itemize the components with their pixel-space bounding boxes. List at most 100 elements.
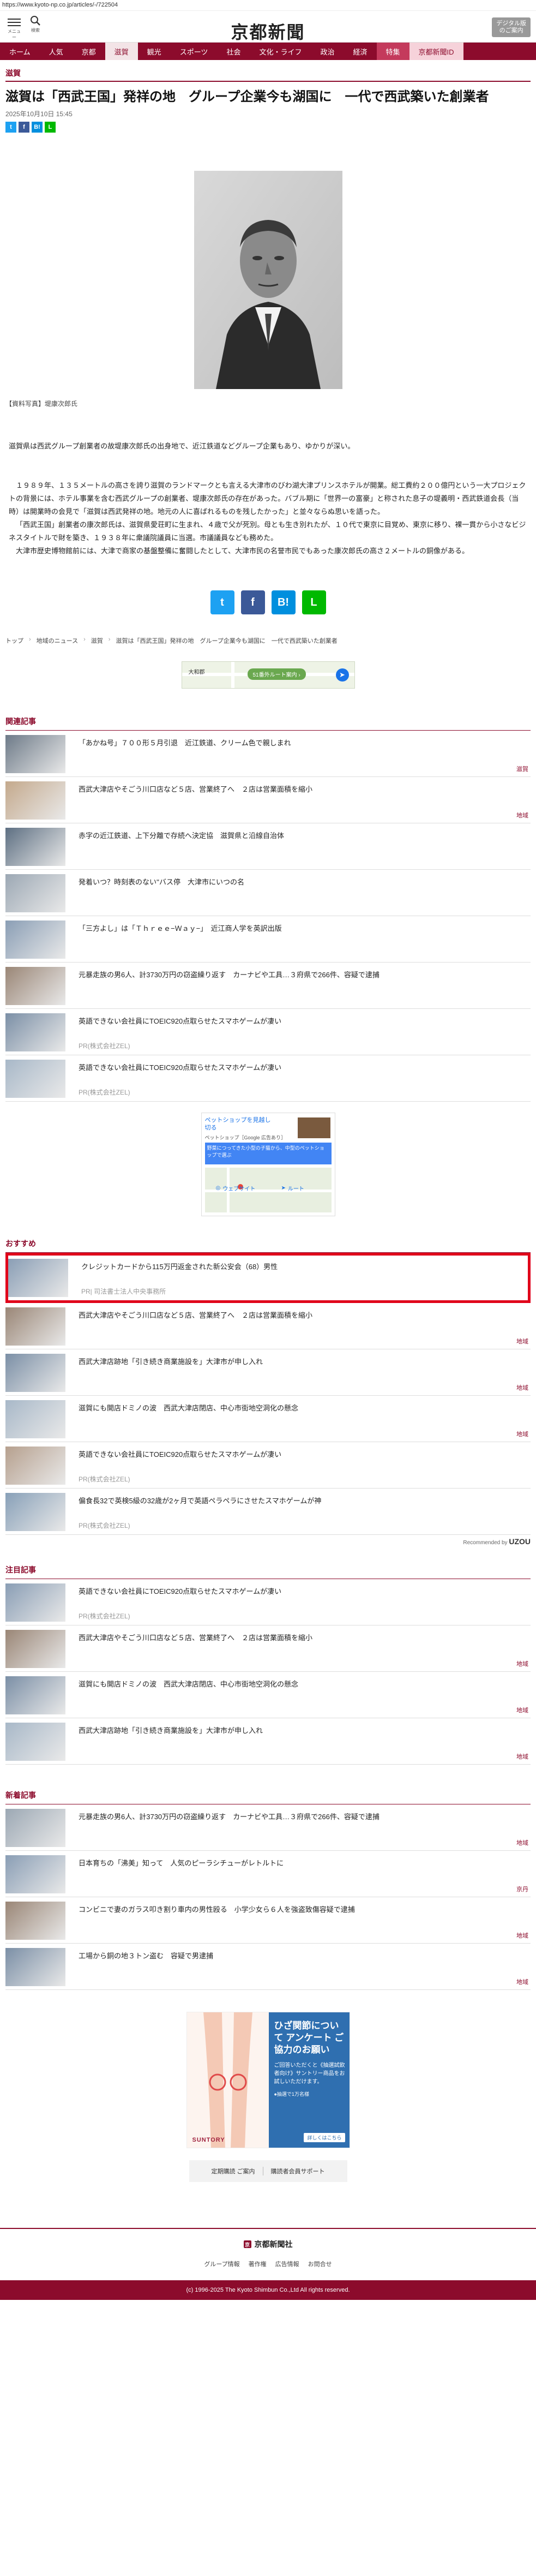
list-item[interactable]: 英語できない会社員にTOEIC920点取らせたスマホゲームが凄い PR(株式会社Z… (5, 1442, 531, 1489)
nav-item[interactable]: スポーツ (171, 43, 218, 60)
list-item-category[interactable]: 地域 (516, 1752, 528, 1761)
list-item-category[interactable]: 滋賀 (516, 764, 528, 773)
menu-button[interactable]: メニュー (8, 16, 21, 40)
directions-icon[interactable]: ➤ (335, 668, 349, 682)
list-item[interactable]: 「三方よし」は「Ｔｈｒｅｅ−Ｗａｙ−」 近江商人学を英訳出版 (5, 916, 531, 963)
nav-item[interactable]: 社会 (217, 43, 250, 60)
breadcrumb-item[interactable]: 滋賀 (91, 636, 103, 645)
list-item[interactable]: 元暴走族の男6人、計3730万円の窃盗繰り返す カーナビや工具…３府県で266件… (5, 963, 531, 1009)
company-mark-icon: 京 (243, 2240, 251, 2248)
list-item[interactable]: コンビニで妻のガラス叩き割り車内の男性殴る 小学少女ら６人を強盗致傷容疑で逮捕地… (5, 1897, 531, 1944)
list-item[interactable]: 工場から銅の地３トン盗む 容疑で男逮捕 地域 (5, 1944, 531, 1990)
subscribe-link[interactable]: 定期購読 ご案内 (203, 2167, 262, 2175)
article-category[interactable]: 滋賀 (5, 68, 531, 82)
list-item[interactable]: 偏食長32で英検5級の32歳が2ヶ月で英語ペラペラにさせたスマホゲームが神 PR(… (5, 1489, 531, 1535)
list-item-title: 西武大津店跡地「引き続き商業施設を」大津市が申し入れ (79, 1358, 263, 1366)
map-ad-banner[interactable]: 大和郡 51番外ルート案内 › ➤ (181, 661, 355, 689)
list-item[interactable]: 西武大津店やそごう川口店など５店、営業終了へ ２店は営業面積を縮小 地域 (5, 1625, 531, 1672)
list-item[interactable]: 西武大津店やそごう川口店など５店、営業終了へ ２店は営業面積を縮小 地域 (5, 777, 531, 823)
globe-icon: ◎ (215, 1185, 221, 1191)
footer-link[interactable]: グループ情報 (204, 2260, 239, 2268)
route-pill[interactable]: 51番外ルート案内 › (247, 668, 306, 680)
route-button[interactable]: ➤ ルート (281, 1184, 304, 1192)
list-item[interactable]: 滋賀にも開店ドミノの波 西武大津店閉店、中心市街地空洞化の懸念 地域 (5, 1396, 531, 1442)
ad-title[interactable]: ペットショップを見越し 切る (205, 1116, 276, 1132)
twitter-share-icon[interactable]: t (5, 122, 16, 133)
article-thumbnail (5, 781, 65, 820)
sponsor-label: PR(株式会社ZEL) (79, 1475, 130, 1483)
article-title: 滋賀は「西武王国」発祥の地 グループ企業今も湖国に 一代で西武築いた創業者 (5, 89, 489, 104)
nav-item[interactable]: 京都 (73, 43, 105, 60)
ad-more-button[interactable]: 詳しくはこちら (304, 2133, 345, 2142)
list-item[interactable]: 滋賀にも開店ドミノの波 西武大津店閉店、中心市街地空洞化の懸念 地域 (5, 1672, 531, 1718)
article-thumbnail (5, 828, 65, 866)
digital-edition-button[interactable]: デジタル版 のご案内 (492, 17, 531, 37)
nav-item[interactable]: 滋賀 (105, 43, 138, 60)
nav-item[interactable]: 観光 (138, 43, 171, 60)
article-thumbnail (8, 1259, 68, 1297)
list-item-category[interactable]: 地域 (516, 811, 528, 820)
related-heading: 関連記事 (5, 716, 531, 731)
twitter-share-icon[interactable]: t (210, 590, 234, 614)
nav-item[interactable]: 京都新聞ID (409, 43, 463, 60)
search-button[interactable]: 検索 (28, 15, 43, 33)
breadcrumb-item[interactable]: 地域のニュース (37, 636, 78, 645)
list-item[interactable]: 英語できない会社員にTOEIC920点取らせたスマホゲームが凄い PR(株式会社Z… (5, 1009, 531, 1055)
line-share-icon[interactable]: L (45, 122, 56, 133)
list-item-category[interactable]: 地域 (516, 1977, 528, 1986)
list-item[interactable]: 西武大津店跡地「引き続き商業施設を」大津市が申し入れ 地域 (5, 1718, 531, 1765)
facebook-share-icon[interactable]: f (19, 122, 29, 133)
nav-item[interactable]: 人気 (40, 43, 73, 60)
facebook-share-icon[interactable]: f (240, 590, 265, 614)
list-item[interactable]: 元暴走族の男6人、計3730万円の窃盗繰り返す カーナビや工具…３府県で266件… (5, 1804, 531, 1851)
hatena-share-icon[interactable]: B! (32, 122, 43, 133)
list-item[interactable]: 西武大津店跡地「引き続き商業施設を」大津市が申し入れ地域 (5, 1349, 531, 1396)
line-share-icon[interactable]: L (302, 590, 326, 614)
list-item-category[interactable]: 地域 (516, 1659, 528, 1668)
footer-logo[interactable]: 京京都新聞社 (0, 2239, 536, 2250)
nav-item[interactable]: 特集 (376, 43, 409, 60)
list-item-title: 赤字の近江鉄道、上下分離で存続へ決定協 滋賀県と沿線自治体 (79, 832, 285, 840)
article-thumbnail (5, 1809, 65, 1847)
ad-description: 野菜につってきた小型の子猫から、中型のペットショップで選ぶ (204, 1143, 332, 1164)
list-item-title: 西武大津店やそごう川口店など５店、営業終了へ ２店は営業面積を縮小 (79, 1311, 313, 1319)
nav-item[interactable]: 経済 (344, 43, 376, 60)
list-item[interactable]: 赤字の近江鉄道、上下分離で存続へ決定協 滋賀県と沿線自治体 (5, 823, 531, 870)
recommended-by: Recommended by UZOU (463, 1537, 531, 1546)
list-item[interactable]: 「あかね号」７００形５月引退 近江鉄道、クリーム色で親しまれ 滋賀 (5, 731, 531, 777)
breadcrumb-item[interactable]: トップ (5, 636, 23, 645)
nav-item[interactable]: 文化・ライフ (250, 43, 311, 60)
route-icon: ➤ (281, 1185, 286, 1191)
article-thumbnail (5, 1447, 65, 1485)
website-button[interactable]: ◎ ウェブサイト (216, 1184, 256, 1192)
list-item-category[interactable]: 京丹 (516, 1885, 528, 1893)
footer-link[interactable]: 著作権 (249, 2260, 267, 2268)
list-item-category[interactable]: 地域 (516, 1838, 528, 1847)
list-item[interactable]: 発着いつ？時刻表のない''バス停 大津市にいつの名 (5, 870, 531, 916)
hatena-share-icon[interactable]: B! (271, 590, 296, 614)
list-item[interactable]: 日本育ちの「沸美」知って 人気のピーラシチューがレトルトに 京丹 (5, 1851, 531, 1897)
list-item-title: コンビニで妻のガラス叩き割り車内の男性殴る 小学少女ら６人を強盗致傷容疑で逮捕 (79, 1905, 355, 1914)
footer-link[interactable]: 広告情報 (275, 2260, 299, 2268)
list-item-category[interactable]: 地域 (516, 1706, 528, 1714)
list-item-category[interactable]: 地域 (516, 1383, 528, 1392)
nav-item[interactable]: ホーム (0, 43, 40, 60)
footer-link[interactable]: お問合せ (308, 2260, 332, 2268)
ad-legs-image (186, 2012, 269, 2148)
list-item[interactable]: クレジットカードから115万円返金された新公安会（68）男性 PR| 司法書士法人… (5, 1253, 531, 1303)
site-logo[interactable]: 京都新聞 (0, 19, 536, 44)
member-support-link[interactable]: 購読者会員サポート (263, 2167, 333, 2175)
list-item-category[interactable]: 地域 (516, 1337, 528, 1346)
search-label: 検索 (31, 28, 40, 33)
list-item-title: 発着いつ？時刻表のない''バス停 大津市にいつの名 (79, 878, 244, 886)
article-thumbnail (5, 1583, 65, 1622)
list-item[interactable]: 西武大津店やそごう川口店など５店、営業終了へ ２店は営業面積を縮小地域 (5, 1303, 531, 1349)
survey-ad[interactable]: ひざ関節について アンケート ご協力のお願い ご回答いただくと《抽選試飲者向け》… (186, 2012, 350, 2148)
list-item[interactable]: 英語できない会社員にTOEIC920点取らせたスマホゲームが凄い PR(株式会社Z… (5, 1055, 531, 1102)
list-item-category[interactable]: 地域 (516, 1931, 528, 1940)
list-item[interactable]: 英語できない会社員にTOEIC920点取らせたスマホゲームが凄い PR(株式会社Z… (5, 1579, 531, 1625)
nav-item[interactable]: 政治 (311, 43, 344, 60)
list-item-category[interactable]: 地域 (516, 1430, 528, 1438)
inline-ad[interactable]: ペットショップを見越し 切る ペットショップ［Google 広告あり］ 野菜につ… (201, 1113, 335, 1216)
list-item-title: 元暴走族の男6人、計3730万円の窃盗繰り返す カーナビや工具…３府県で266件… (79, 971, 380, 979)
